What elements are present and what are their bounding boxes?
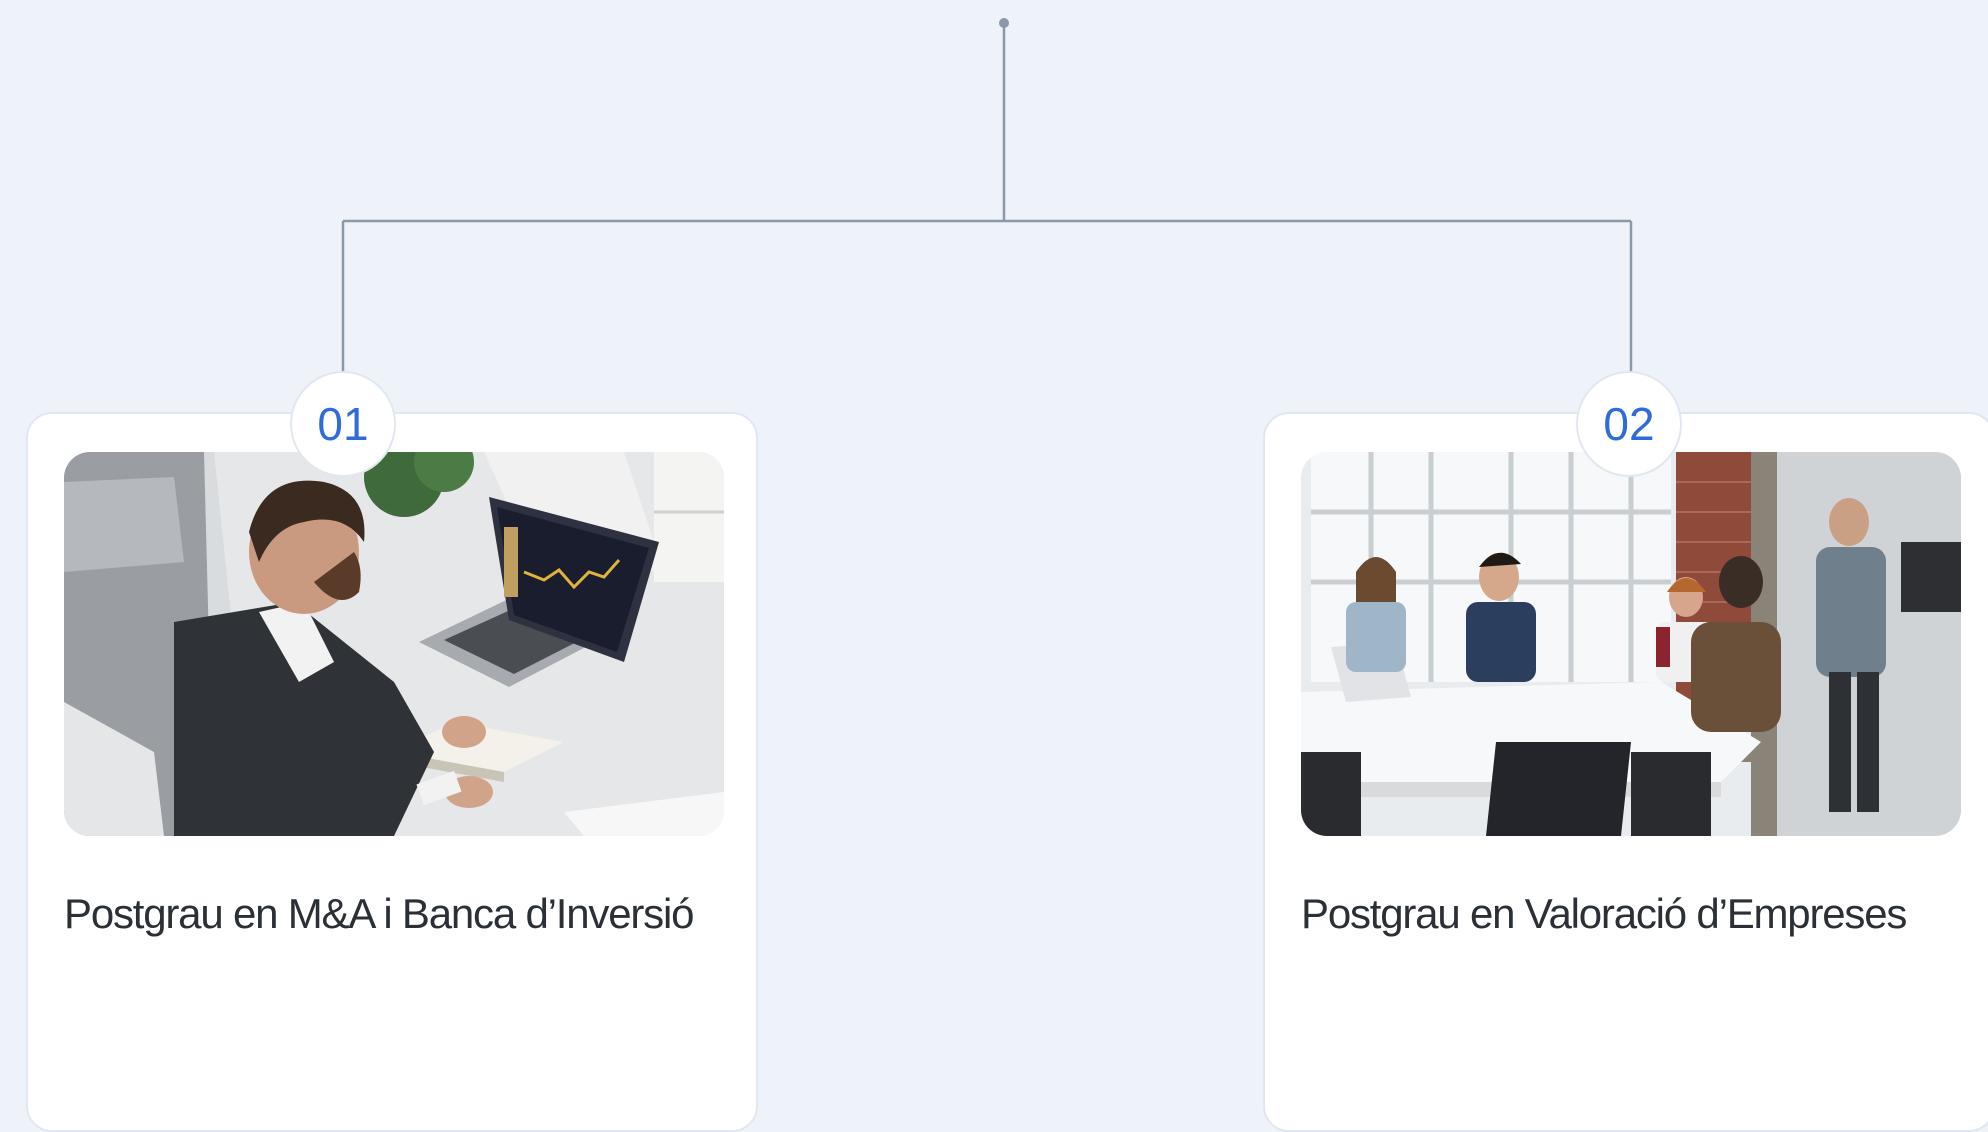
program-title[interactable]: Postgrau en Valoració d’Empreses: [1301, 884, 1981, 944]
program-card[interactable]: Postgrau en M&A i Banca d’Inversió: [26, 412, 758, 1132]
program-title[interactable]: Postgrau en M&A i Banca d’Inversió: [64, 884, 744, 944]
program-number-badge: 01: [290, 371, 396, 477]
program-card[interactable]: Postgrau en Valoració d’Empreses: [1263, 412, 1988, 1132]
program-photo: [1301, 452, 1961, 836]
program-photo: [64, 452, 724, 836]
program-number-badge: 02: [1576, 371, 1682, 477]
